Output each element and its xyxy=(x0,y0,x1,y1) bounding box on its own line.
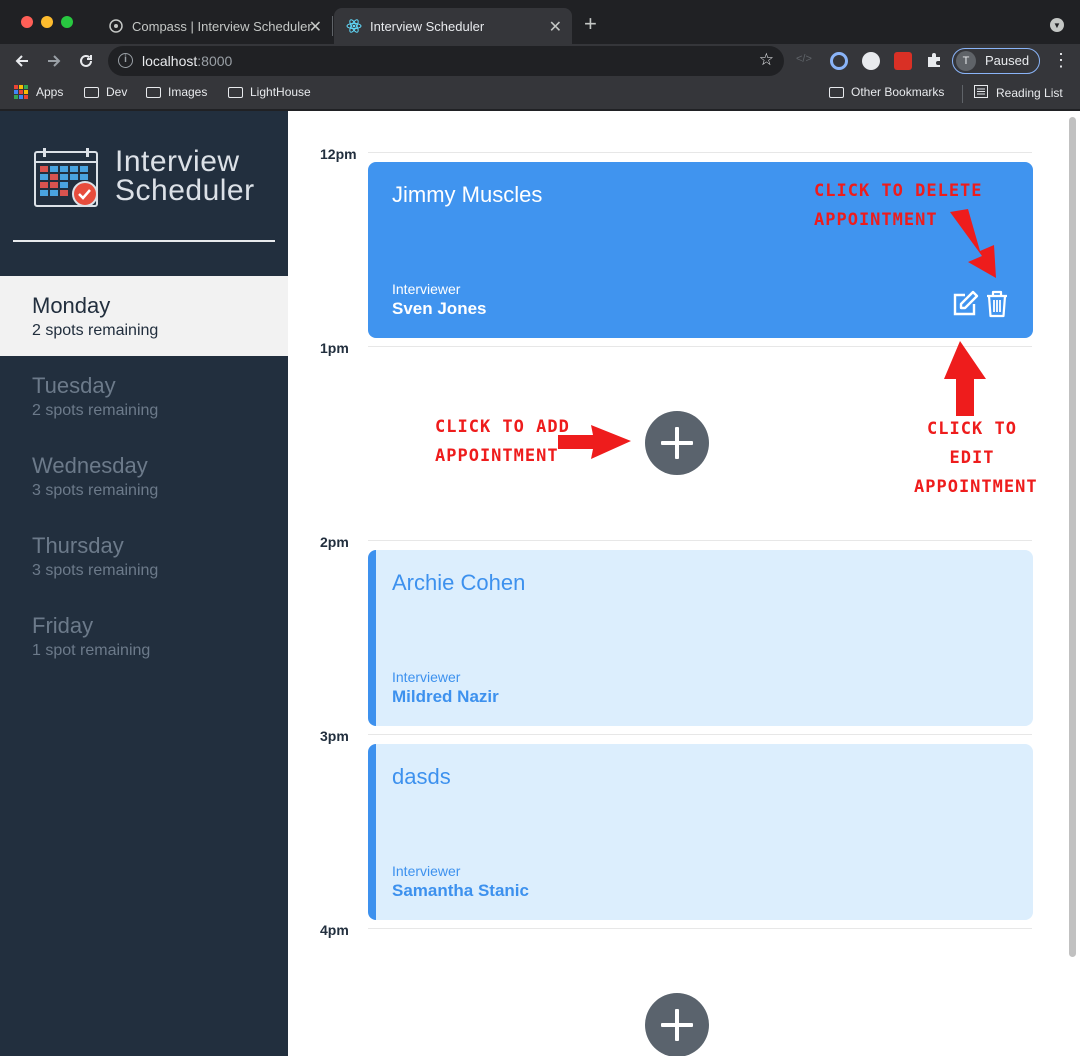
bookmark-dev[interactable]: Dev xyxy=(84,85,127,99)
close-window-button[interactable] xyxy=(21,16,33,28)
info-icon[interactable]: i xyxy=(118,53,133,68)
tab-search-icon[interactable]: ▼ xyxy=(1050,18,1064,32)
folder-icon xyxy=(829,86,844,98)
day-item-monday[interactable]: Monday 2 spots remaining xyxy=(0,276,288,356)
add-arrow xyxy=(558,425,631,459)
day-name: Wednesday xyxy=(32,453,148,478)
extension-globe-icon[interactable] xyxy=(862,52,880,70)
forward-arrow-icon[interactable] xyxy=(42,49,66,73)
compass-favicon-icon xyxy=(108,18,124,34)
bookmark-other-bookmarks[interactable]: Other Bookmarks xyxy=(829,85,944,99)
apps-grid-icon xyxy=(14,85,28,99)
profile-button[interactable]: T Paused xyxy=(952,48,1040,74)
day-name: Thursday xyxy=(32,533,124,558)
bookmark-reading-list[interactable]: Reading List xyxy=(974,85,1063,101)
tab-divider xyxy=(332,16,333,36)
tab-title: Interview Scheduler xyxy=(370,18,485,34)
new-tab-button[interactable]: + xyxy=(584,12,597,36)
delete-arrow xyxy=(950,209,996,278)
day-spots: 3 spots remaining xyxy=(32,562,159,579)
browser-menu-icon[interactable]: ⋮ xyxy=(1052,50,1070,71)
schedule: 12pm 1pm 2pm 3pm 4pm Jimmy Muscles Inter… xyxy=(288,111,1080,1056)
edit-arrow xyxy=(944,341,986,416)
tab-close-icon[interactable]: ✕ xyxy=(309,17,322,37)
react-favicon-icon xyxy=(346,18,362,34)
folder-icon xyxy=(228,86,243,98)
minimize-window-button[interactable] xyxy=(41,16,53,28)
bookmark-star-icon[interactable]: ☆ xyxy=(759,50,774,70)
day-spots: 1 spot remaining xyxy=(32,642,151,659)
sidebar: Interview Scheduler Monday 2 spots remai… xyxy=(0,111,288,1056)
extensions-puzzle-icon[interactable] xyxy=(926,52,944,70)
browser-toolbar: i localhost:8000 ☆ </> T Paused ⋮ xyxy=(0,44,1080,78)
tab-interview-scheduler[interactable]: Interview Scheduler ✕ xyxy=(334,8,572,44)
folder-icon xyxy=(146,86,161,98)
day-item-friday[interactable]: Friday 1 spot remaining xyxy=(0,596,288,676)
extension-circle-icon[interactable] xyxy=(830,52,848,70)
day-item-thursday[interactable]: Thursday 3 spots remaining xyxy=(0,516,288,596)
tab-title: Compass | Interview Scheduler xyxy=(132,18,312,34)
day-spots: 2 spots remaining xyxy=(32,402,159,419)
annotation-arrows xyxy=(558,209,996,459)
bookmark-apps[interactable]: Apps xyxy=(14,85,63,99)
day-item-wednesday[interactable]: Wednesday 3 spots remaining xyxy=(0,436,288,516)
folder-icon xyxy=(84,86,99,98)
interview-scheduler-app: Interview Scheduler Monday 2 spots remai… xyxy=(0,111,1080,1056)
browser-tab-strip: Compass | Interview Scheduler ✕ Intervie… xyxy=(0,0,1080,44)
avatar: T xyxy=(956,51,976,71)
devtools-extension-icon[interactable]: </> xyxy=(796,53,814,71)
day-name: Tuesday xyxy=(32,373,116,398)
extension-red-icon[interactable] xyxy=(894,52,912,70)
day-item-tuesday[interactable]: Tuesday 2 spots remaining xyxy=(0,356,288,436)
calendar-logo-icon xyxy=(34,147,100,214)
maximize-window-button[interactable] xyxy=(61,16,73,28)
profile-status: Paused xyxy=(985,53,1030,68)
bookmark-images[interactable]: Images xyxy=(146,85,207,99)
back-arrow-icon[interactable] xyxy=(10,49,34,73)
sidebar-divider xyxy=(13,240,275,242)
address-bar[interactable]: i localhost:8000 ☆ xyxy=(108,46,784,76)
bookmarks-bar: Apps Dev Images LightHouse Other Bookmar… xyxy=(0,78,1080,110)
day-name: Friday xyxy=(32,613,94,638)
day-spots: 3 spots remaining xyxy=(32,482,159,499)
reading-list-icon xyxy=(974,85,988,101)
scrollbar[interactable] xyxy=(1069,117,1076,957)
url-text: localhost:8000 xyxy=(142,53,233,69)
tab-close-icon[interactable]: ✕ xyxy=(549,17,562,37)
day-spots: 2 spots remaining xyxy=(32,322,159,339)
day-name: Monday xyxy=(32,293,111,318)
app-title: Interview Scheduler xyxy=(115,145,255,207)
reload-icon[interactable] xyxy=(74,49,98,73)
bookmark-divider xyxy=(962,85,963,103)
bookmark-lighthouse[interactable]: LightHouse xyxy=(228,85,311,99)
tab-compass[interactable]: Compass | Interview Scheduler ✕ xyxy=(96,8,332,44)
